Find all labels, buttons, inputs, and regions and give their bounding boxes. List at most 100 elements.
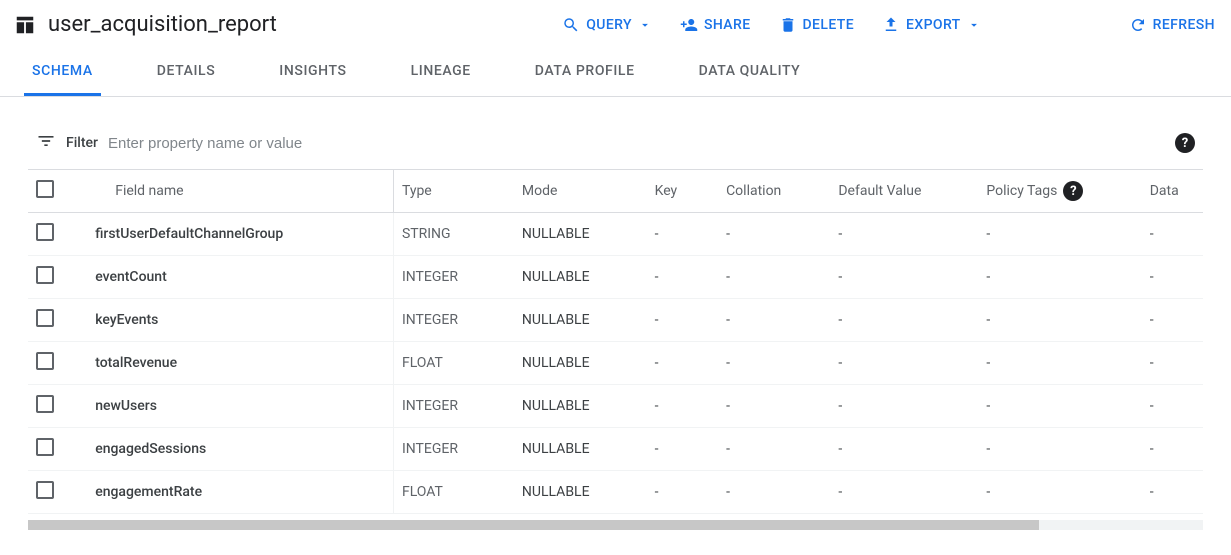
trash-icon xyxy=(779,16,797,34)
table-row[interactable]: engagedSessionsINTEGERNULLABLE----- xyxy=(28,428,1203,471)
search-icon xyxy=(562,16,580,34)
row-checkbox[interactable] xyxy=(36,309,54,327)
type-cell: STRING xyxy=(393,213,513,256)
page-title: user_acquisition_report xyxy=(48,12,277,37)
export-label: EXPORT xyxy=(906,17,961,33)
share-label: SHARE xyxy=(704,17,751,33)
chevron-down-icon xyxy=(638,18,652,32)
collation-cell: - xyxy=(718,471,830,514)
delete-label: DELETE xyxy=(803,17,855,33)
row-checkbox[interactable] xyxy=(36,438,54,456)
table-row[interactable]: engagementRateFLOATNULLABLE----- xyxy=(28,471,1203,514)
tags-cell: - xyxy=(978,213,1141,256)
refresh-icon xyxy=(1129,16,1147,34)
scrollbar-thumb[interactable] xyxy=(28,520,1039,530)
collation-cell: - xyxy=(718,213,830,256)
tab-schema[interactable]: SCHEMA xyxy=(24,49,101,96)
data-cell: - xyxy=(1142,299,1203,342)
field-name-cell: eventCount xyxy=(87,256,393,299)
key-cell: - xyxy=(647,256,718,299)
filter-label: Filter xyxy=(66,135,98,151)
horizontal-scrollbar[interactable] xyxy=(28,520,1203,530)
help-icon[interactable]: ? xyxy=(1175,133,1195,153)
key-cell: - xyxy=(647,299,718,342)
filter-bar: Filter ? xyxy=(28,125,1203,169)
type-cell: INTEGER xyxy=(393,428,513,471)
type-cell: FLOAT xyxy=(393,342,513,385)
mode-cell: NULLABLE xyxy=(514,471,647,514)
key-cell: - xyxy=(647,342,718,385)
table-row[interactable]: totalRevenueFLOATNULLABLE----- xyxy=(28,342,1203,385)
mode-cell: NULLABLE xyxy=(514,428,647,471)
tab-details[interactable]: DETAILS xyxy=(149,49,224,96)
refresh-label: REFRESH xyxy=(1153,17,1215,33)
data-cell: - xyxy=(1142,385,1203,428)
export-button[interactable]: EXPORT xyxy=(882,16,981,34)
tab-bar: SCHEMA DETAILS INSIGHTS LINEAGE DATA PRO… xyxy=(0,49,1231,97)
collation-cell: - xyxy=(718,385,830,428)
table-row[interactable]: firstUserDefaultChannelGroupSTRINGNULLAB… xyxy=(28,213,1203,256)
header-data[interactable]: Data xyxy=(1142,170,1203,213)
mode-cell: NULLABLE xyxy=(514,299,647,342)
query-button[interactable]: QUERY xyxy=(562,16,652,34)
tags-cell: - xyxy=(978,471,1141,514)
header-field-name[interactable]: Field name xyxy=(87,170,393,213)
field-name-cell: engagementRate xyxy=(87,471,393,514)
header-type[interactable]: Type xyxy=(393,170,513,213)
row-checkbox[interactable] xyxy=(36,266,54,284)
filter-input[interactable] xyxy=(108,135,1165,152)
table-row[interactable]: keyEventsINTEGERNULLABLE----- xyxy=(28,299,1203,342)
data-cell: - xyxy=(1142,428,1203,471)
data-cell: - xyxy=(1142,342,1203,385)
header-policy-tags[interactable]: Policy Tags ? xyxy=(978,170,1141,213)
header-default[interactable]: Default Value xyxy=(830,170,978,213)
schema-panel: Filter ? Field name Type Mode Key Collat… xyxy=(0,97,1231,514)
tags-cell: - xyxy=(978,256,1141,299)
mode-cell: NULLABLE xyxy=(514,385,647,428)
data-cell: - xyxy=(1142,471,1203,514)
header-collation[interactable]: Collation xyxy=(718,170,830,213)
field-name-cell: newUsers xyxy=(87,385,393,428)
share-button[interactable]: SHARE xyxy=(680,16,751,34)
default-cell: - xyxy=(830,256,978,299)
type-cell: FLOAT xyxy=(393,471,513,514)
row-checkbox[interactable] xyxy=(36,481,54,499)
filter-icon xyxy=(36,131,56,155)
key-cell: - xyxy=(647,471,718,514)
key-cell: - xyxy=(647,428,718,471)
table-row[interactable]: newUsersINTEGERNULLABLE----- xyxy=(28,385,1203,428)
query-label: QUERY xyxy=(586,17,632,33)
field-name-cell: totalRevenue xyxy=(87,342,393,385)
row-checkbox[interactable] xyxy=(36,395,54,413)
type-cell: INTEGER xyxy=(393,299,513,342)
field-name-cell: firstUserDefaultChannelGroup xyxy=(87,213,393,256)
field-name-cell: keyEvents xyxy=(87,299,393,342)
table-row[interactable]: eventCountINTEGERNULLABLE----- xyxy=(28,256,1203,299)
tab-data-profile[interactable]: DATA PROFILE xyxy=(527,49,643,96)
select-all-checkbox[interactable] xyxy=(36,180,54,198)
tab-lineage[interactable]: LINEAGE xyxy=(403,49,479,96)
default-cell: - xyxy=(830,213,978,256)
person-add-icon xyxy=(680,16,698,34)
tab-data-quality[interactable]: DATA QUALITY xyxy=(691,49,809,96)
type-cell: INTEGER xyxy=(393,256,513,299)
help-icon[interactable]: ? xyxy=(1063,181,1083,201)
tab-insights[interactable]: INSIGHTS xyxy=(271,49,354,96)
mode-cell: NULLABLE xyxy=(514,213,647,256)
mode-cell: NULLABLE xyxy=(514,342,647,385)
collation-cell: - xyxy=(718,428,830,471)
tags-cell: - xyxy=(978,342,1141,385)
data-cell: - xyxy=(1142,256,1203,299)
page-header: user_acquisition_report QUERY SHARE DELE… xyxy=(0,0,1231,49)
row-checkbox[interactable] xyxy=(36,352,54,370)
header-mode[interactable]: Mode xyxy=(514,170,647,213)
upload-icon xyxy=(882,16,900,34)
default-cell: - xyxy=(830,471,978,514)
tags-cell: - xyxy=(978,299,1141,342)
type-cell: INTEGER xyxy=(393,385,513,428)
row-checkbox[interactable] xyxy=(36,223,54,241)
header-key[interactable]: Key xyxy=(647,170,718,213)
delete-button[interactable]: DELETE xyxy=(779,16,855,34)
refresh-button[interactable]: REFRESH xyxy=(1129,16,1215,34)
key-cell: - xyxy=(647,385,718,428)
